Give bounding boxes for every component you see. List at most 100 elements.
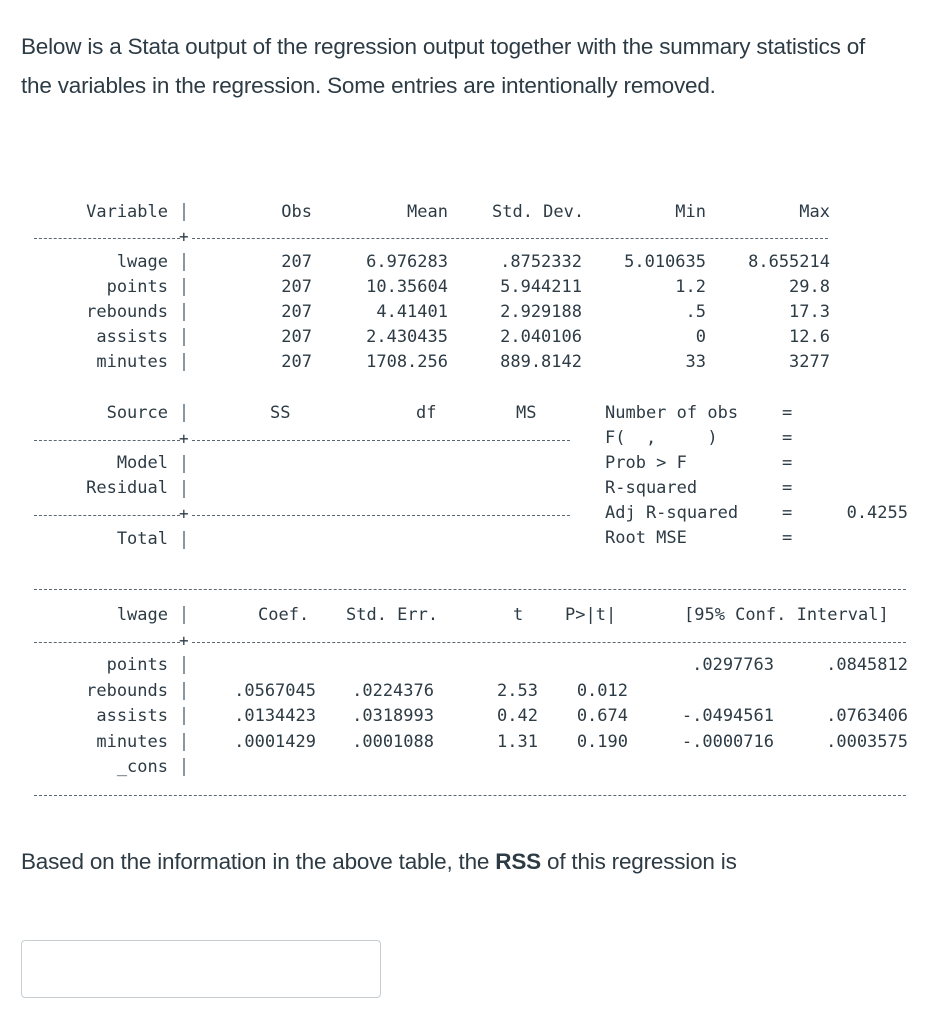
header-coef: Coef. [258, 605, 310, 625]
separator-line [192, 515, 570, 516]
separator-plus: + [179, 631, 189, 650]
cell-t: 2.53 [497, 681, 538, 701]
cell-max: 29.8 [789, 277, 830, 297]
cell-ci-high: .0763406 [826, 706, 908, 726]
answer-input[interactable] [21, 940, 381, 998]
question-prefix: Based on the information in the above ta… [21, 849, 496, 874]
header-obs: Obs [281, 202, 312, 222]
header-df: df [416, 403, 437, 423]
cell-ci-low: -.0494561 [681, 706, 774, 726]
cell-variable: points [106, 277, 168, 297]
cell-obs: 207 [281, 327, 312, 347]
cell-variable: points [106, 655, 168, 675]
cell-variable: lwage [116, 252, 168, 272]
cell-variable: assists [96, 327, 168, 347]
column-divider [183, 733, 185, 751]
column-divider [183, 606, 185, 624]
stat-equals: = [782, 403, 793, 423]
cell-obs: 207 [281, 277, 312, 297]
cell-coef: .0001429 [234, 732, 316, 752]
row-source-model: Model [116, 453, 168, 473]
cell-min: .5 [685, 302, 706, 322]
column-divider [183, 682, 185, 700]
stat-equals: = [782, 478, 793, 498]
column-divider [183, 203, 185, 221]
cell-variable: assists [96, 706, 168, 726]
cell-mean: 6.976283 [366, 252, 448, 272]
cell-ci-low: .0297763 [692, 655, 774, 675]
cell-coef: .0134423 [234, 706, 316, 726]
stat-label: F( , ) [605, 428, 718, 448]
cell-obs: 207 [281, 252, 312, 272]
stat-label: Root MSE [605, 528, 687, 548]
cell-std-err: .0001088 [352, 732, 434, 752]
separator-line [192, 238, 828, 239]
column-divider [183, 707, 185, 725]
column-divider [183, 455, 185, 473]
stat-label: Prob > F [605, 453, 687, 473]
header-mean: Mean [407, 202, 448, 222]
cell-t: 0.42 [497, 706, 538, 726]
cell-p: 0.674 [576, 706, 628, 726]
cell-coef: .0567045 [234, 681, 316, 701]
cell-variable: _cons [116, 757, 168, 777]
cell-min: 33 [685, 352, 706, 372]
column-divider [183, 328, 185, 346]
cell-min: 1.2 [675, 277, 706, 297]
separator-line [34, 440, 180, 441]
column-divider [183, 480, 185, 498]
cell-sd: 5.944211 [500, 277, 582, 297]
cell-std-err: .0224376 [352, 681, 434, 701]
separator-line [34, 515, 180, 516]
cell-ci-high: .0003575 [826, 732, 908, 752]
intro-paragraph: Below is a Stata output of the regressio… [21, 34, 866, 98]
cell-ci-low: -.0000716 [681, 732, 774, 752]
cell-variable: rebounds [86, 681, 168, 701]
cell-sd: .8752332 [500, 252, 582, 272]
cell-mean: 10.35604 [366, 277, 448, 297]
column-divider [183, 656, 185, 674]
header-ms: MS [516, 403, 537, 423]
question-text: Based on the information in the above ta… [21, 842, 901, 881]
cell-obs: 207 [281, 352, 312, 372]
cell-max: 17.3 [789, 302, 830, 322]
cell-obs: 207 [281, 302, 312, 322]
cell-variable: rebounds [86, 302, 168, 322]
row-source-residual: Residual [86, 478, 168, 498]
header-depvar: lwage [116, 605, 168, 625]
cell-max: 8.655214 [748, 252, 830, 272]
column-divider [183, 353, 185, 371]
stat-equals: = [782, 503, 793, 523]
column-divider [183, 758, 185, 776]
stat-value: 0.4255 [846, 503, 908, 523]
cell-variable: minutes [96, 732, 168, 752]
cell-mean: 2.430435 [366, 327, 448, 347]
separator-line [192, 440, 570, 441]
column-divider [183, 531, 185, 549]
cell-sd: 2.929188 [500, 302, 582, 322]
cell-sd: 2.040106 [500, 327, 582, 347]
stat-equals: = [782, 453, 793, 473]
cell-variable: minutes [96, 352, 168, 372]
cell-max: 12.6 [789, 327, 830, 347]
stat-equals: = [782, 528, 793, 548]
cell-min: 0 [695, 327, 706, 347]
separator-plus: + [179, 504, 189, 523]
separator-line [34, 589, 906, 590]
row-source-total: Total [116, 529, 168, 549]
column-divider [183, 278, 185, 296]
cell-mean: 4.41401 [376, 302, 448, 322]
question-suffix: of this regression is [540, 849, 737, 874]
column-divider [183, 303, 185, 321]
separator-line [34, 238, 180, 239]
cell-ci-high: .0845812 [826, 655, 908, 675]
stat-label: Adj R-squared [605, 503, 739, 523]
cell-mean: 1708.256 [366, 352, 448, 372]
header-std-err: Std. Err. [346, 605, 439, 625]
cell-min: 5.010635 [624, 252, 706, 272]
separator-line [192, 642, 906, 643]
cell-std-err: .0318993 [352, 706, 434, 726]
separator-line [34, 642, 180, 643]
separator-plus: + [179, 429, 189, 448]
question-bold-term: RSS [495, 849, 541, 874]
